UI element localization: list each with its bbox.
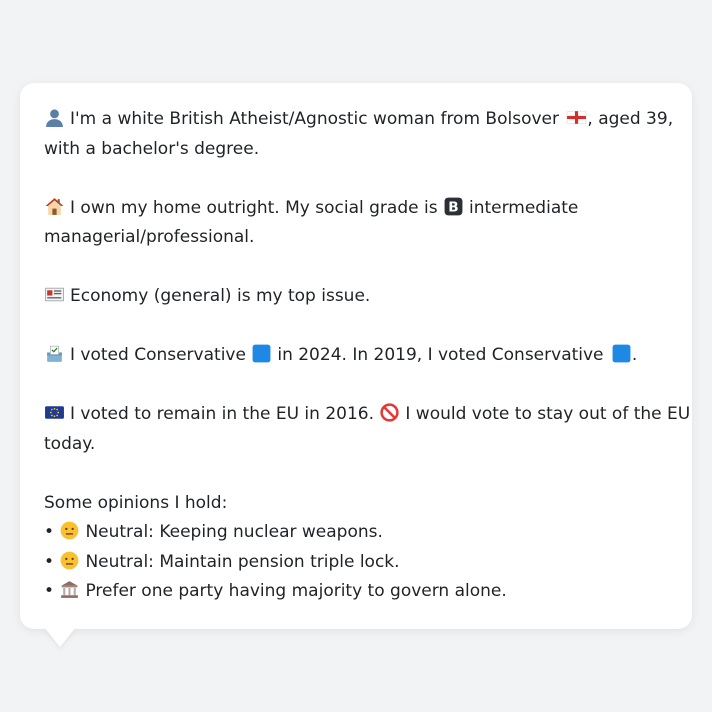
identity-tail: , aged 39, [587,109,674,129]
bubble-tail [44,627,76,647]
ballot-box-icon [44,343,65,364]
home-paragraph: I own my home outright. My social grade … [44,194,668,253]
blue-square-icon [611,343,632,364]
blue-square-icon [251,343,272,364]
opinion-item: • Neutral: Maintain pension triple lock. [44,548,668,578]
prohibited-icon [379,402,400,423]
opinion-text: Prefer one party having majority to gove… [85,581,507,601]
neutral-face-icon [59,550,80,571]
classical-building-icon [59,579,80,600]
opinions-section: Some opinions I hold: • Neutral: Keeping… [44,489,668,607]
eu-text-2: I would vote to stay out of the EU [405,404,691,424]
eu-text-1: I voted to remain in the EU in 2016. [70,404,374,424]
identity-text: I'm a white British Atheist/Agnostic wom… [70,109,559,129]
bust-in-silhouette-icon [44,107,65,128]
b-button-icon: B [443,196,464,217]
identity-paragraph: I'm a white British Atheist/Agnostic wom… [44,105,673,164]
identity-line-1: I'm a white British Atheist/Agnostic wom… [44,105,673,135]
opinion-text: Neutral: Maintain pension triple lock. [85,551,400,572]
home-line-2: managerial/professional. [44,227,255,247]
opinion-item: • Neutral: Keeping nuclear weapons. [44,518,668,548]
vote-text-3: . [631,345,638,365]
home-tail: intermediate [468,197,579,218]
eu-line-2: today. [44,433,96,454]
home-text: I own my home outright. My social grade … [70,197,438,218]
opinion-item: • Prefer one party having majority to go… [44,577,668,607]
eu-line-1: I voted to remain in the EU in 2016. I w… [44,400,690,430]
vote-text-1: I voted Conservative [70,345,246,365]
eu-paragraph: I voted to remain in the EU in 2016. I w… [44,400,690,459]
bullet: • [44,551,55,572]
vote-text-2: in 2024. In 2019, I voted Conservative [277,345,604,365]
house-icon [44,196,65,217]
vote-paragraph: I voted Conservative in 2024. In 2019, I… [44,341,668,371]
neutral-face-icon [59,520,80,541]
issue-text: Economy (general) is my top issue. [70,286,371,306]
opinion-text: Neutral: Keeping nuclear weapons. [85,522,383,542]
issue-paragraph: Economy (general) is my top issue. [44,282,668,312]
eu-flag-icon [44,402,65,423]
bullet: • [44,522,55,542]
home-line-1: I own my home outright. My social grade … [44,194,668,224]
england-flag-icon [566,107,587,128]
bullet: • [44,581,55,601]
opinions-heading: Some opinions I hold: [44,492,228,513]
vote-line: I voted Conservative in 2024. In 2019, I… [44,341,668,371]
newspaper-icon [44,284,65,305]
identity-line-2: with a bachelor's degree. [44,138,260,159]
issue-line: Economy (general) is my top issue. [44,282,668,312]
profile-message-bubble: I'm a white British Atheist/Agnostic wom… [20,83,692,629]
grade-letter: B [448,199,458,215]
